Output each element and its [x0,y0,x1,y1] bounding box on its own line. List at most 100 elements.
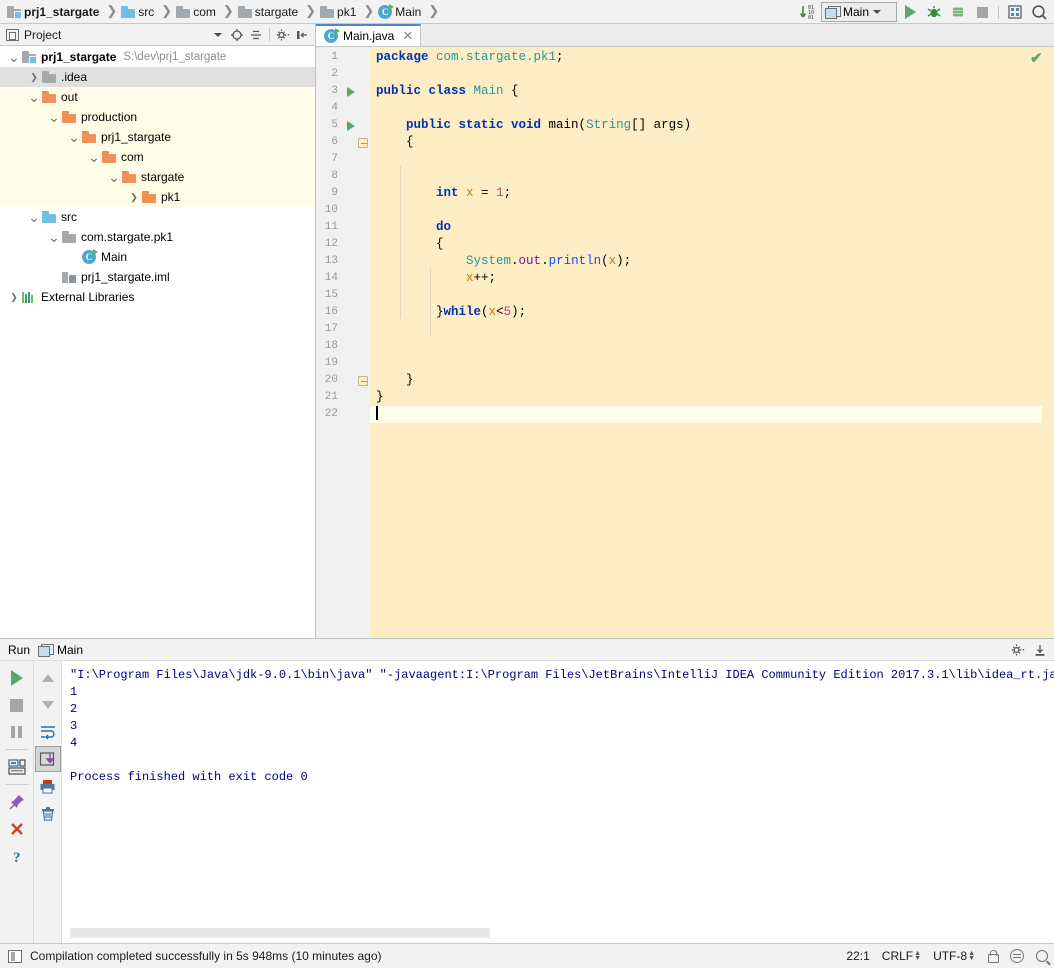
code-line[interactable]: { [370,134,1042,151]
run-gutter-icon[interactable] [344,117,358,134]
code-line[interactable] [370,66,1042,83]
tree-node-out[interactable]: ⌄ out [0,87,315,107]
code-line[interactable]: System.out.println(x); [370,253,1042,270]
chevron-down-icon[interactable]: ⌄ [26,90,42,104]
code-line[interactable] [370,100,1042,117]
soft-wrap-button[interactable] [35,719,61,745]
breadcrumb-item-src[interactable]: src [120,0,158,23]
settings-gear-icon[interactable] [274,26,292,44]
code-line[interactable]: }while(x<5); [370,304,1042,321]
breadcrumb-item-pk1[interactable]: pk1 [319,0,360,23]
toggle-layout-button[interactable] [4,754,30,780]
sort-numeric-icon[interactable]: 01 10 01 [797,1,819,23]
code-line[interactable]: public class Main { [370,83,1042,100]
code-line[interactable]: package com.stargate.pk1; [370,49,1042,66]
search-everywhere-icon[interactable] [1028,1,1050,23]
tree-node-com-stargate-pk1[interactable]: ⌄ com.stargate.pk1 [0,227,315,247]
chevron-down-icon[interactable]: ⌄ [26,210,42,224]
code-fold-icon[interactable] [356,134,370,151]
code-editor[interactable]: 1 2 3 4 5 6 7 8 9 10 11 12 13 14 15 16 17 18 19 20 21 22 pack… [316,47,1054,638]
code-line[interactable] [370,406,1042,423]
tree-node--idea[interactable]: ❯ .idea [0,67,315,87]
print-button[interactable] [35,773,61,799]
clear-all-button[interactable] [35,800,61,826]
pause-output-button[interactable] [4,719,30,745]
code-fold-icon[interactable] [356,372,370,389]
code-line[interactable] [370,355,1042,372]
collapse-all-icon[interactable] [247,26,265,44]
code-line[interactable]: { [370,236,1042,253]
tree-node-stargate[interactable]: ⌄ stargate [0,167,315,187]
build-project-icon[interactable] [1004,1,1026,23]
chevron-down-icon[interactable]: ⌄ [86,150,102,164]
hide-panel-icon[interactable] [1031,641,1049,659]
run-tab-main[interactable]: Main [38,643,83,657]
code-line[interactable] [370,321,1042,338]
chevron-down-icon[interactable]: ⌄ [106,170,122,184]
hide-panel-icon[interactable] [293,26,311,44]
code-line[interactable]: } [370,389,1042,406]
code-line[interactable] [370,287,1042,304]
breadcrumb-item-prj1_stargate[interactable]: prj1_stargate [6,0,103,23]
code-line[interactable] [370,202,1042,219]
rerun-button[interactable] [4,665,30,691]
tree-node-src[interactable]: ⌄ src [0,207,315,227]
breadcrumb-item-stargate[interactable]: stargate [237,0,302,23]
tree-node-com[interactable]: ⌄ com [0,147,315,167]
run-configuration-selector[interactable]: Main [821,2,897,22]
chevron-right-icon[interactable]: ❯ [26,72,42,83]
view-mode-dropdown-icon[interactable] [209,26,227,44]
code-line[interactable]: public static void main(String[] args) [370,117,1042,134]
inspection-ok-icon[interactable]: ✔ [1030,51,1044,66]
help-button[interactable]: ? [4,843,30,869]
tree-node-prj1-stargate-iml[interactable]: prj1_stargate.iml [0,267,315,287]
tree-node-prj1-stargate[interactable]: ⌄ prj1_stargate [0,127,315,147]
code-text[interactable]: package com.stargate.pk1; public class Ma… [370,47,1042,638]
console-horizontal-scrollbar[interactable] [70,928,490,938]
run-gutter-icon[interactable] [344,83,358,100]
code-line[interactable] [370,151,1042,168]
stop-button[interactable] [4,692,30,718]
console-output[interactable]: "I:\Program Files\Java\jdk-9.0.1\bin\jav… [62,661,1054,943]
chevron-down-icon[interactable]: ⌄ [46,110,62,124]
inspection-marker-panel[interactable]: ✔ [1030,47,1054,638]
code-line[interactable]: int x = 1; [370,185,1042,202]
chevron-down-icon[interactable]: ⌄ [66,130,82,144]
editor-tab-main-java[interactable]: C Main.java ✕ [316,24,422,46]
chevron-right-icon[interactable]: ❯ [126,192,142,203]
pin-tab-button[interactable] [4,789,30,815]
search-icon[interactable] [1036,950,1048,962]
caret-position-indicator[interactable]: 22:1 [846,949,869,963]
breadcrumb-item-com[interactable]: com [175,0,220,23]
stop-button[interactable] [971,1,993,23]
code-line[interactable]: } [370,372,1042,389]
line-separator-indicator[interactable]: CRLF ▲ ▼ [882,949,921,963]
run-button[interactable] [899,1,921,23]
run-with-coverage-button[interactable] [947,1,969,23]
tree-node-prj1-stargate[interactable]: ⌄ prj1_stargate S:\dev\prj1_stargate [0,47,315,67]
code-line[interactable] [370,338,1042,355]
breadcrumb-item-main[interactable]: C Main [377,0,425,23]
close-icon[interactable]: ✕ [402,28,413,44]
previous-occurrence-button[interactable] [35,665,61,691]
chevron-down-icon[interactable]: ⌄ [46,230,62,244]
tree-node-external-libraries[interactable]: ❯ External Libraries [0,287,315,307]
inspection-profile-icon[interactable] [1010,949,1024,963]
code-line[interactable] [370,168,1042,185]
scroll-to-end-button[interactable] [34,746,61,772]
debug-button[interactable] [923,1,945,23]
chevron-right-icon[interactable]: ❯ [6,292,22,303]
locate-file-icon[interactable] [228,26,246,44]
editor-gutter[interactable]: 1 2 3 4 5 6 7 8 9 10 11 12 13 14 15 16 17 18 19 20 21 22 [316,47,370,638]
read-only-lock-icon[interactable] [987,950,999,963]
next-occurrence-button[interactable] [35,692,61,718]
chevron-down-icon[interactable]: ⌄ [6,50,22,64]
encoding-indicator[interactable]: UTF-8 ▲ ▼ [933,949,975,963]
project-tree[interactable]: ⌄ prj1_stargate S:\dev\prj1_stargate ❯ .idea… [0,46,315,638]
tree-node-production[interactable]: ⌄ production [0,107,315,127]
tree-node-main[interactable]: C Main [0,247,315,267]
tree-node-pk1[interactable]: ❯ pk1 [0,187,315,207]
code-line[interactable]: x++; [370,270,1042,287]
code-line[interactable]: do [370,219,1042,236]
close-button[interactable] [4,816,30,842]
